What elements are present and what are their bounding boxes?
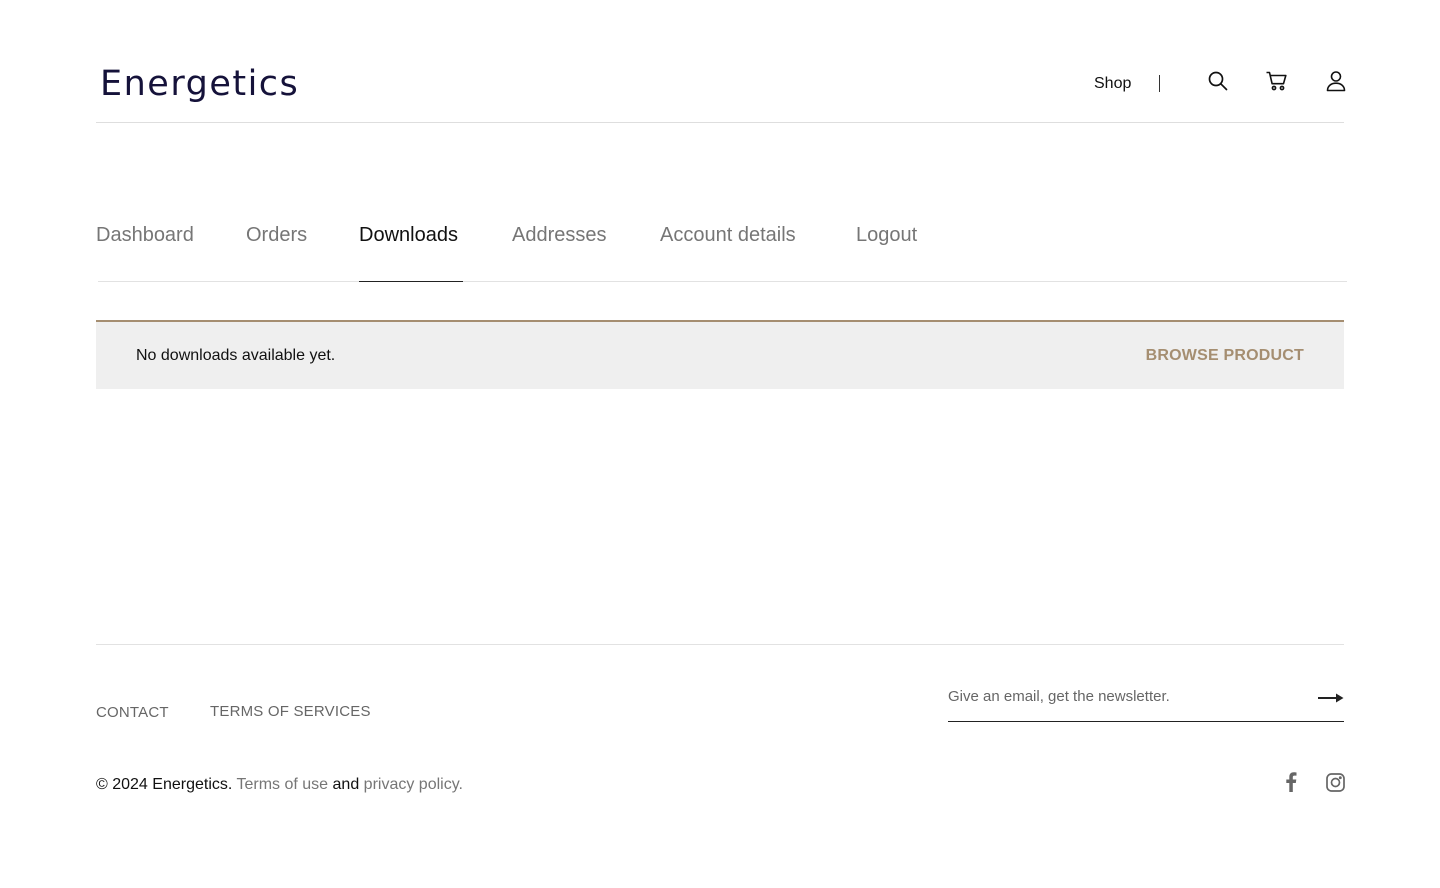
facebook-icon[interactable]: [1281, 771, 1301, 793]
instagram-icon[interactable]: [1325, 771, 1345, 793]
copyright-joiner: and: [332, 776, 360, 793]
downloads-notice: No downloads available yet. BROWSE PRODU…: [96, 320, 1344, 389]
active-tab-indicator: [359, 281, 463, 282]
copyright-text: © 2024 Energetics.: [96, 776, 233, 793]
privacy-policy-link[interactable]: privacy policy.: [364, 776, 463, 793]
tab-logout[interactable]: Logout: [856, 221, 917, 249]
copyright-line: © 2024 Energetics. Terms of use and priv…: [96, 775, 463, 795]
search-icon[interactable]: [1206, 68, 1230, 94]
newsletter-form: [948, 683, 1344, 722]
nav-divider: [1159, 75, 1160, 92]
header-divider: [96, 122, 1344, 123]
site-logo[interactable]: Energetics: [100, 62, 299, 106]
user-icon[interactable]: [1324, 68, 1348, 94]
footer-divider: [96, 644, 1344, 645]
tabs-divider: [98, 281, 1347, 282]
newsletter-submit-arrow-icon[interactable]: [1318, 691, 1344, 705]
cart-icon[interactable]: [1265, 68, 1289, 94]
tab-orders[interactable]: Orders: [246, 221, 307, 249]
tab-account-details[interactable]: Account details: [660, 221, 796, 249]
tab-dashboard[interactable]: Dashboard: [96, 221, 194, 249]
tab-addresses[interactable]: Addresses: [512, 221, 607, 249]
footer-contact-link[interactable]: CONTACT: [96, 703, 169, 723]
terms-of-use-link[interactable]: Terms of use: [236, 776, 328, 793]
newsletter-email-input[interactable]: [948, 683, 1308, 709]
browse-product-button[interactable]: BROWSE PRODUCT: [1146, 346, 1304, 366]
nav-shop-link[interactable]: Shop: [1094, 74, 1131, 94]
notice-message: No downloads available yet.: [136, 347, 336, 364]
tab-downloads[interactable]: Downloads: [359, 221, 458, 249]
account-tabs: Dashboard Orders Downloads Addresses Acc…: [96, 221, 1347, 281]
footer-terms-link[interactable]: TERMS OF SERVICES: [210, 702, 371, 722]
